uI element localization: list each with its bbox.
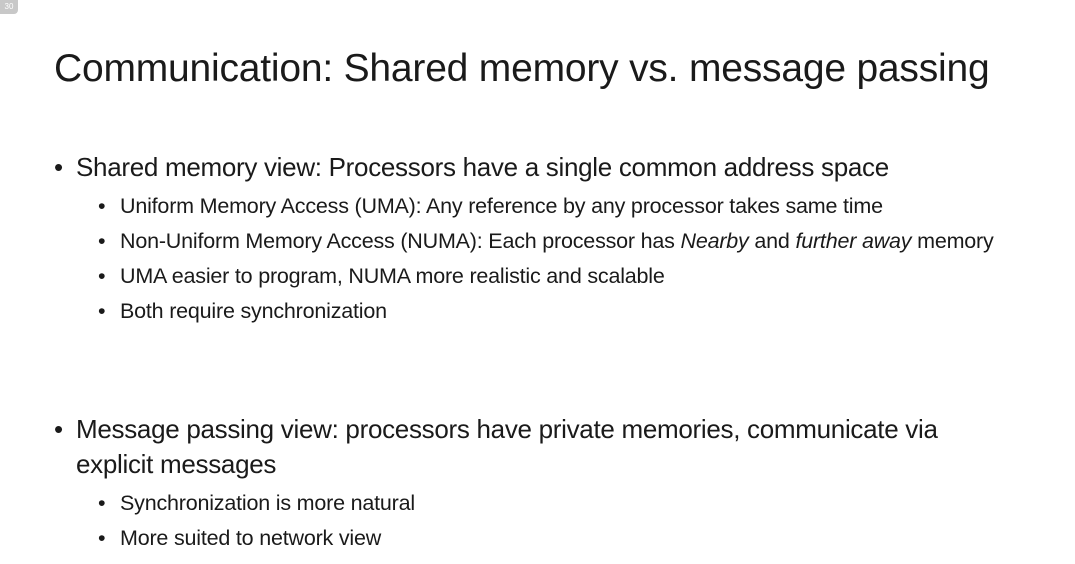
bullet-message-passing-view: Message passing view: processors have pr…	[54, 412, 1014, 482]
bullet-uma-vs-numa: UMA easier to program, NUMA more realist…	[54, 262, 1054, 290]
numa-text-end: memory	[911, 229, 994, 253]
slide: 30 Communication: Shared memory vs. mess…	[0, 0, 1075, 564]
bullet-synchronization: Both require synchronization	[54, 297, 1054, 325]
shared-memory-sub-list: Uniform Memory Access (UMA): Any referen…	[54, 192, 1054, 325]
bullet-uma: Uniform Memory Access (UMA): Any referen…	[54, 192, 1054, 220]
numa-text-start: Non-Uniform Memory Access (NUMA): Each p…	[120, 229, 681, 253]
bullet-network-view: More suited to network view	[54, 524, 1014, 552]
slide-title: Communication: Shared memory vs. message…	[54, 47, 990, 90]
numa-emphasis-nearby: Nearby	[680, 229, 749, 253]
numa-text-middle: and	[748, 229, 796, 253]
bullet-shared-memory-view: Shared memory view: Processors have a si…	[54, 150, 1054, 185]
message-passing-sub-list: Synchronization is more natural More sui…	[54, 489, 1014, 552]
message-passing-section: Message passing view: processors have pr…	[54, 412, 1014, 552]
shared-memory-section: Shared memory view: Processors have a si…	[54, 150, 1054, 325]
slide-number-badge[interactable]: 30	[0, 0, 18, 14]
bullet-numa: Non-Uniform Memory Access (NUMA): Each p…	[54, 227, 1054, 255]
numa-emphasis-further-away: further away	[795, 229, 912, 253]
bullet-synchronization-natural: Synchronization is more natural	[54, 489, 1014, 517]
